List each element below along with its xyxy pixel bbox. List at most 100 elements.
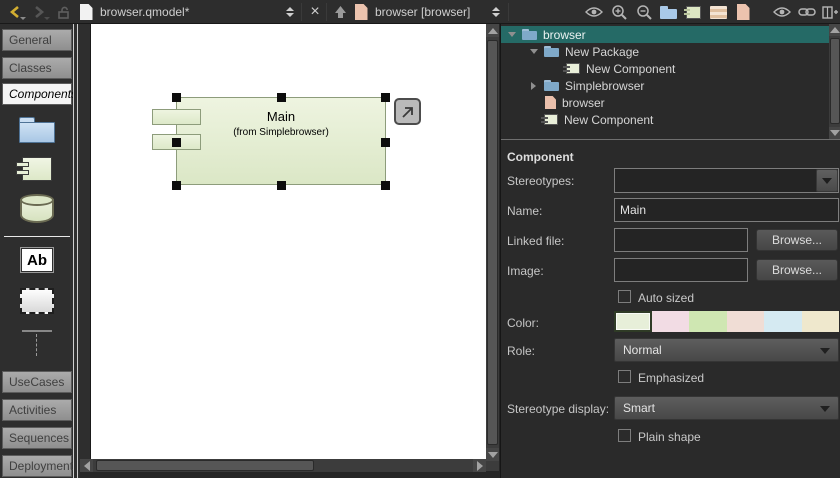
uml-component-main[interactable]: Main (from Simplebrowser) [176,97,386,185]
tree-item-new-package[interactable]: New Package [501,43,829,60]
tab-components[interactable]: Components [2,83,72,105]
scroll-right-button[interactable] [473,459,486,472]
split-editor-icon[interactable] [820,0,840,24]
tab-classes[interactable]: Classes [2,57,72,79]
stereotype-display-label: Stereotype display: [507,402,609,416]
visibility-icon[interactable] [584,0,604,24]
stereotype-display-combo[interactable]: Smart [614,396,839,420]
resize-handle-sw[interactable] [172,181,181,190]
expander-icon[interactable] [508,32,516,37]
component-icon [566,63,580,74]
export-up-icon[interactable] [331,0,349,24]
image-label: Image: [507,264,544,278]
component-tool[interactable] [0,157,74,181]
back-icon[interactable] [6,0,24,24]
folder-icon [544,46,559,57]
tree-item-simplebrowser[interactable]: Simplebrowser [501,77,829,94]
color-swatch-salmon[interactable] [727,311,764,332]
forward-icon[interactable] [30,0,48,24]
database-tool[interactable] [0,194,74,228]
resize-handle-s[interactable] [277,181,286,190]
scroll-up-button[interactable] [829,24,840,36]
boundary-tool[interactable] [0,288,74,314]
color-swatch-cream[interactable] [802,311,839,332]
vscrollbar-thumb[interactable] [487,40,498,445]
scroll-left-button[interactable] [80,459,93,472]
name-label: Name: [507,204,542,218]
diagram-selector[interactable]: browser [browser] [375,0,470,24]
name-input[interactable]: Main [614,198,839,222]
resize-handle-w[interactable] [172,138,181,147]
chevron-down-icon [820,348,830,354]
stereotypes-dropdown-button[interactable] [816,169,838,192]
color-swatch-pink[interactable] [652,311,689,332]
annotation-tool[interactable]: Ab [0,248,74,272]
zoom-out-icon[interactable] [634,0,654,24]
resize-handle-e[interactable] [381,138,390,147]
chevron-down-icon [820,406,830,412]
diagram-doc-icon [353,0,369,24]
image-input[interactable] [614,258,748,282]
expander-icon[interactable] [531,82,536,90]
tab-activities[interactable]: Activities [2,399,72,421]
stereotype-display-value: Smart [623,401,655,415]
close-icon[interactable]: × [307,0,323,24]
status-strip [80,472,500,478]
component-icon [544,114,558,125]
tab-deployment[interactable]: Deployment [2,455,72,477]
linked-file-browse-button[interactable]: Browse... [756,229,838,251]
tab-usecases[interactable]: UseCases [2,371,72,393]
plain-shape-checkbox[interactable] [618,429,631,442]
resize-handle-ne[interactable] [381,93,390,102]
diagram-canvas[interactable]: Main (from Simplebrowser) [90,24,486,459]
linked-file-input[interactable] [614,228,748,252]
elements-sidebar: General Classes Components Ab UseCases A… [0,24,90,478]
add-component-icon[interactable] [683,0,703,24]
right-panel: browser New Package New Component Simple… [500,24,840,478]
tree-item-browser-diagram[interactable]: browser [501,94,829,111]
document-title[interactable]: browser.qmodel* [100,0,189,24]
tree-scrollbar-thumb[interactable] [830,38,840,124]
scroll-up-button[interactable] [486,24,499,37]
sidebar-splitter[interactable] [73,24,78,478]
package-tool[interactable] [0,117,74,143]
color-swatch-green-light[interactable] [614,311,652,332]
toolbar-divider [301,3,302,21]
canvas-hscrollbar[interactable] [80,459,486,472]
expander-icon[interactable] [530,49,538,54]
unlock-icon[interactable] [54,0,72,24]
resize-handle-n[interactable] [277,93,286,102]
show-icon[interactable] [772,0,792,24]
image-browse-button[interactable]: Browse... [756,259,838,281]
auto-sized-checkbox[interactable] [618,290,631,303]
emphasized-checkbox[interactable] [618,370,631,383]
folder-icon [522,29,537,40]
tree-item-new-component-2[interactable]: New Component [501,111,829,128]
tree-scrollbar[interactable] [829,24,840,139]
add-item-icon[interactable] [708,0,728,24]
resize-handle-nw[interactable] [172,93,181,102]
folder-icon [544,80,559,91]
diagram-switch-spinner[interactable] [489,0,503,24]
zoom-in-icon[interactable] [609,0,629,24]
tab-general[interactable]: General [2,29,72,51]
document-switch-spinner[interactable] [283,0,297,24]
tree-item-browser[interactable]: browser [501,26,829,43]
canvas-vscrollbar[interactable] [486,24,499,471]
link-with-editor-icon[interactable] [797,0,817,24]
scroll-down-button[interactable] [829,127,840,139]
separator-line-tool[interactable] [0,330,74,356]
tab-sequences[interactable]: Sequences [2,427,72,449]
add-package-icon[interactable] [658,0,678,24]
create-relation-button[interactable] [394,98,421,125]
linked-file-label: Linked file: [507,234,564,248]
scroll-down-button[interactable] [486,448,499,461]
component-name: Main [177,109,385,124]
color-swatch-green[interactable] [689,311,727,332]
role-combo[interactable]: Normal [614,338,839,362]
stereotypes-combo[interactable] [614,168,839,193]
tree-item-new-component[interactable]: New Component [501,60,829,77]
color-swatch-blue[interactable] [764,311,802,332]
hscrollbar-thumb[interactable] [96,460,314,471]
resize-handle-se[interactable] [381,181,390,190]
